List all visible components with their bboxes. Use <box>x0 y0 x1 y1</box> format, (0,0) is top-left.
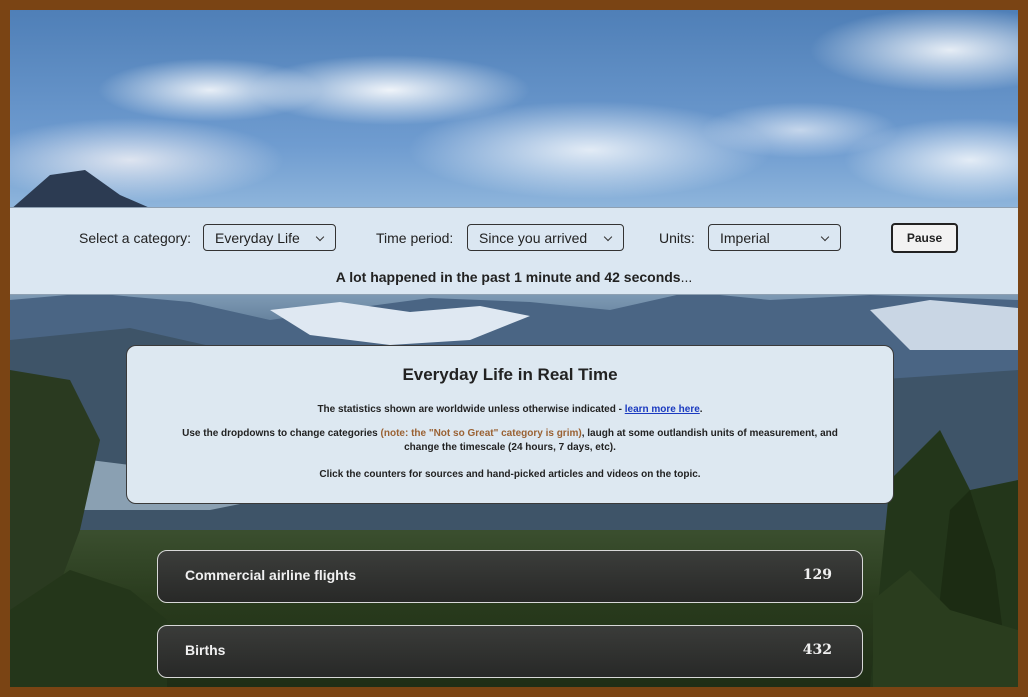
period-select-value: Since you arrived <box>479 230 588 246</box>
intro-line-2-text: Use the dropdowns to change categories <box>182 428 381 439</box>
chevron-down-icon <box>820 232 830 242</box>
period-select[interactable]: Since you arrived <box>467 224 624 251</box>
intro-card: Everyday Life in Real Time The statistic… <box>126 345 894 504</box>
units-select[interactable]: Imperial <box>708 224 841 251</box>
category-select-value: Everyday Life <box>215 230 300 246</box>
counter-value: 432 <box>802 642 832 658</box>
period-label: Time period: <box>376 230 454 246</box>
counter-value: 129 <box>802 567 832 583</box>
units-select-value: Imperial <box>720 230 770 246</box>
counter-card[interactable]: Births 432 <box>157 625 863 678</box>
intro-line-3: Click the counters for sources and hand-… <box>319 469 701 480</box>
elapsed-summary-text: A lot happened in the past 1 minute and … <box>335 269 681 285</box>
intro-line-2: Use the dropdowns to change categories (… <box>175 427 845 455</box>
chevron-down-icon <box>315 232 325 242</box>
intro-line-1-end: . <box>699 404 703 415</box>
intro-title: Everyday Life in Real Time <box>402 365 618 384</box>
chevron-down-icon <box>603 232 613 242</box>
category-select[interactable]: Everyday Life <box>203 224 336 251</box>
elapsed-summary-ellipsis: ... <box>680 269 693 285</box>
counter-label: Commercial airline flights <box>185 567 357 583</box>
counter-card[interactable]: Commercial airline flights 129 <box>157 550 863 603</box>
learn-more-link[interactable]: learn more here <box>625 404 700 415</box>
units-label: Units: <box>659 230 695 246</box>
intro-line-1: The statistics shown are worldwide unles… <box>160 403 860 417</box>
grim-category-note: (note: the "Not so Great" category is gr… <box>380 428 582 439</box>
category-label: Select a category: <box>79 230 192 246</box>
counter-label: Births <box>185 642 226 658</box>
controls-bar: Select a category: Everyday Life Time pe… <box>10 207 1018 295</box>
pause-button[interactable]: Pause <box>891 223 958 253</box>
elapsed-summary: A lot happened in the past 1 minute and … <box>10 269 1018 285</box>
intro-line-1-text: The statistics shown are worldwide unles… <box>317 404 625 415</box>
